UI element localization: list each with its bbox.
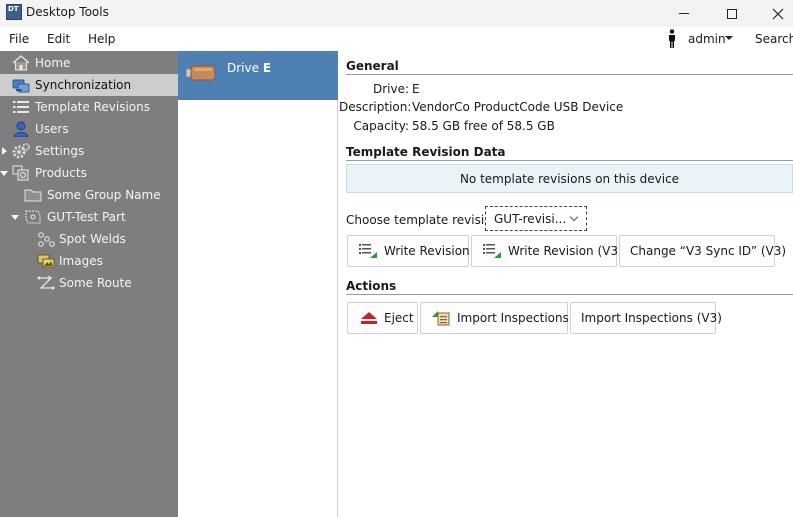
import-inspections-v3-button[interactable]: Import Inspections (V3) [570, 302, 722, 334]
template-revision-section-title: Template Revision Data [346, 145, 506, 159]
menu-help[interactable]: Help [88, 32, 115, 46]
no-revisions-message: No template revisions on this device [346, 164, 793, 193]
sidebar-item-label: Some Route [59, 276, 132, 290]
sync-icon [12, 79, 30, 93]
sidebar-item-spot-welds[interactable]: Spot Welds [0, 228, 178, 250]
sidebar-item-label: Home [35, 56, 71, 70]
drive-key: Drive: [372, 82, 409, 96]
sidebar-item-label: Products [35, 166, 87, 180]
section-divider [346, 160, 793, 161]
template-revision-select[interactable]: GUT-revisi... [485, 206, 587, 231]
spot-welds-icon [38, 232, 55, 247]
usb-drive-icon [186, 65, 216, 81]
search-button[interactable]: Search [755, 32, 793, 46]
title-bar: DT Desktop Tools [0, 0, 793, 27]
menu-edit[interactable]: Edit [47, 32, 70, 46]
house-icon [12, 55, 30, 71]
sidebar-item-products[interactable]: Products [0, 162, 178, 184]
collapse-arrow-icon[interactable] [0, 171, 8, 176]
sidebar-item-label: Synchronization [35, 78, 132, 92]
import-inspections-icon [432, 311, 450, 326]
section-divider [346, 294, 793, 295]
write-revision-v3-label: Write Revision (V3) [508, 244, 623, 258]
import-inspections-v3-label: Import Inspections (V3) [581, 311, 722, 325]
actions-section-title: Actions [346, 279, 397, 293]
maximize-icon [727, 8, 737, 19]
sidebar-item-some-group-name[interactable]: Some Group Name [0, 184, 178, 206]
menu-file[interactable]: File [9, 32, 29, 46]
images-icon [37, 254, 55, 268]
part-icon [25, 210, 41, 224]
sidebar-item-template-revisions[interactable]: Template Revisions [0, 96, 178, 118]
write-revision-button[interactable]: Write Revision [347, 235, 470, 267]
user-silhouette-icon [669, 29, 675, 48]
expand-arrow-icon[interactable] [2, 147, 7, 155]
sidebar-item-some-route[interactable]: Some Route [0, 272, 178, 294]
eject-icon [361, 312, 377, 324]
device-label: Drive E [227, 61, 272, 75]
import-inspections-label: Import Inspections [457, 311, 569, 325]
user-icon [13, 121, 29, 137]
drive-value: E [412, 82, 420, 96]
sidebar-item-label: Users [35, 122, 69, 136]
sidebar-item-synchronization[interactable]: Synchronization [0, 74, 178, 96]
choose-revision-label: Choose template revision: [346, 213, 504, 227]
minimize-button[interactable] [661, 0, 707, 27]
detail-panel: General Drive: E Description: VendorCo P… [339, 51, 793, 517]
eject-button[interactable]: Eject [347, 302, 418, 334]
sidebar-item-label: Some Group Name [47, 188, 161, 202]
close-button[interactable] [755, 0, 793, 27]
sidebar-item-label: Spot Welds [59, 232, 126, 246]
sidebar-item-settings[interactable]: Settings [0, 140, 178, 162]
eject-label: Eject [384, 311, 414, 325]
general-section-title: General [346, 59, 399, 73]
write-revision-icon [483, 244, 501, 258]
list-icon [13, 101, 29, 113]
description-value: VendorCo ProductCode USB Device [412, 100, 624, 114]
device-item-drive-e[interactable]: Drive E [178, 51, 338, 100]
device-list: Drive E [178, 51, 338, 517]
sidebar-item-label: Settings [35, 144, 85, 158]
write-revision-icon [359, 244, 377, 258]
capacity-key: Capacity: [353, 119, 409, 133]
sidebar-item-label: Template Revisions [35, 100, 150, 114]
route-icon [37, 275, 55, 290]
maximize-button[interactable] [709, 0, 755, 27]
selected-revision-value: GUT-revisi... [494, 212, 567, 226]
window-title: Desktop Tools [26, 5, 109, 19]
sidebar-item-label: Images [59, 254, 103, 268]
menu-bar: File Edit Help admin Search [0, 27, 793, 51]
chevron-down-icon [569, 212, 579, 222]
app-logo-icon: DT [6, 4, 22, 20]
write-revision-label: Write Revision [384, 244, 470, 258]
capacity-value: 58.5 GB free of 58.5 GB [412, 119, 555, 133]
sidebar-item-home[interactable]: Home [0, 52, 178, 74]
description-key: Description: [339, 100, 412, 114]
write-revision-v3-button[interactable]: Write Revision (V3) [471, 235, 623, 267]
sidebar-item-images[interactable]: Images [0, 250, 178, 272]
close-icon [772, 8, 784, 19]
change-v3-sync-id-button[interactable]: Change “V3 Sync ID” (V3) [619, 235, 786, 267]
user-menu[interactable]: admin [688, 32, 726, 46]
sidebar-item-label: GUT-Test Part [47, 210, 126, 224]
sidebar-item-users[interactable]: Users [0, 118, 178, 140]
import-inspections-button[interactable]: Import Inspections [420, 302, 569, 334]
minimize-icon [679, 13, 689, 14]
section-divider [346, 74, 793, 75]
sidebar-item-gut-test-part[interactable]: GUT-Test Part [0, 206, 178, 228]
collapse-arrow-icon[interactable] [11, 215, 19, 220]
sidebar: Home Synchronization Template Revisions … [0, 51, 178, 517]
products-icon [12, 165, 29, 181]
change-v3-sync-id-label: Change “V3 Sync ID” (V3) [630, 244, 787, 258]
folder-icon [24, 189, 42, 202]
gear-icon [12, 143, 30, 159]
caret-down-icon[interactable] [725, 36, 733, 40]
